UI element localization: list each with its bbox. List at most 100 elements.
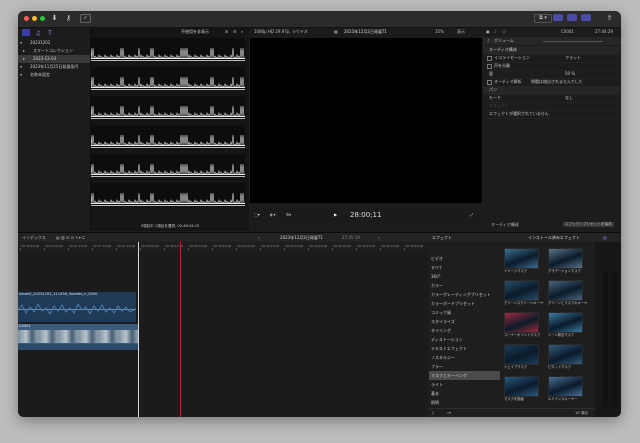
effects-browser-icon[interactable]: ▤ — [603, 235, 607, 241]
clip-filmstrip[interactable] — [90, 67, 245, 90]
disclosure-icon[interactable]: ▾ — [20, 72, 22, 78]
checkbox[interactable] — [487, 56, 492, 61]
library-item[interactable]: ▾ 2023年11月25日発展条円 — [18, 63, 90, 71]
checkbox[interactable] — [487, 64, 492, 69]
effects-category[interactable]: コミック風 — [429, 308, 500, 317]
effects-category[interactable]: スタイライズ — [429, 317, 500, 326]
effects-category[interactable]: すべて — [429, 263, 500, 272]
clip-filmstrip[interactable] — [90, 154, 245, 177]
clip-filmstrip[interactable] — [90, 96, 245, 119]
view-popup[interactable]: 表示 — [457, 29, 465, 35]
effect-thumbnail[interactable]: グリーンスクリーンキーヤー — [502, 280, 544, 310]
effect-thumbnail[interactable]: ルミナンスキーヤー — [546, 376, 586, 406]
inspector-icon[interactable] — [581, 14, 591, 21]
library-item[interactable]: ▾ 20231202 — [18, 39, 90, 47]
photos-icon[interactable]: ♫ — [34, 29, 42, 38]
effects-category[interactable]: テキストエフェクト — [429, 344, 500, 353]
color-tool-icon[interactable]: ◐▾ — [270, 212, 276, 218]
zoom-window-button[interactable] — [40, 16, 45, 21]
disclosure-icon[interactable]: ▸ — [23, 56, 25, 62]
library-item-label: 2023年11月25日発展条円 — [30, 64, 79, 69]
ruler-tick — [380, 248, 381, 251]
clip-filmstrip[interactable] — [90, 38, 245, 61]
keyword-icon[interactable]: ⧉ ▾ — [534, 14, 552, 23]
effects-category-label: テキストエフェクト — [431, 346, 467, 351]
clip-filmstrip[interactable] — [90, 125, 245, 148]
effects-category[interactable]: ビデオ — [429, 254, 500, 263]
index-button[interactable]: インデックス — [22, 235, 46, 241]
effect-thumbnail[interactable]: コーナーポイントマスク — [502, 312, 542, 342]
crop-tool-icon[interactable]: ⬚▾ — [254, 212, 260, 218]
search-field[interactable]: ⌕▾ — [447, 411, 451, 416]
ruler-label: 00:30:15:00 — [357, 244, 375, 248]
effects-grid: イメージマスク グラデーションマスク グリーンスクリーンキーヤー グリーンとマスクのキ… — [502, 248, 594, 413]
close-window-button[interactable] — [24, 16, 29, 21]
effects-category[interactable]: ディストーション — [429, 335, 500, 344]
clip-filmstrip[interactable] — [90, 183, 245, 206]
effects-category[interactable]: マスクとキーイング — [429, 371, 500, 380]
library-item[interactable]: ▾ 名称未設定 — [18, 71, 90, 79]
effect-thumbnail[interactable]: グラデーションマスク — [546, 248, 586, 278]
effects-category[interactable]: 照明 — [429, 398, 500, 407]
audio-clip[interactable]: ktaoh0_20231202_111458_Yoshida_h_0000 — [18, 292, 136, 322]
disclosure-icon[interactable]: ▾ — [20, 64, 22, 70]
check-icon[interactable]: ✓ — [80, 14, 91, 23]
filter-popup[interactable]: 不使用を非表示 — [181, 29, 209, 35]
effects-category[interactable]: カラーグレーディングプリセット — [429, 290, 500, 299]
key-icon[interactable]: ⚷ — [64, 14, 73, 23]
effects-category[interactable]: ライト — [429, 380, 500, 389]
info-inspector-icon[interactable]: ⓘ — [502, 29, 506, 35]
effects-category[interactable]: ブラー — [429, 362, 500, 371]
viewer-project-title: 2023年12月2日発展T1 — [344, 29, 387, 34]
effect-thumbnail[interactable]: マスクを描画 — [502, 376, 542, 406]
sidebar-toggle-icon[interactable]: ▯ — [432, 411, 434, 416]
search-icon[interactable]: ⌕ — [241, 29, 243, 35]
effects-category[interactable]: タイリング — [429, 326, 500, 335]
audio-meter — [603, 272, 608, 407]
library-item[interactable]: ▸ スマートコレクション — [18, 47, 90, 55]
disclosure-icon[interactable]: ▸ — [23, 48, 25, 54]
save-preset-button[interactable]: エフェクトプリセットを保存 — [563, 222, 614, 227]
effect-label: ルミナンスキーヤー — [548, 397, 578, 401]
zoom-popup[interactable]: 35% — [435, 29, 444, 35]
layout-icon[interactable] — [553, 14, 563, 21]
ruler-tick — [44, 248, 45, 251]
timeline-tools[interactable]: ▤ ▥ ⊟ ⊡ ↖▾ ⊏ — [56, 235, 85, 241]
import-icon[interactable]: ⬇ — [50, 14, 59, 23]
effect-thumbnail[interactable]: グリーンとマスクのキーヤー — [546, 280, 588, 310]
back-icon[interactable]: ‹ — [258, 235, 260, 241]
effect-thumbnail[interactable]: ビネットマスク — [546, 344, 586, 374]
library-icon[interactable] — [22, 29, 30, 36]
volume-slider[interactable] — [543, 41, 603, 42]
playhead[interactable] — [138, 242, 139, 417]
play-button[interactable]: ▶ — [334, 212, 337, 218]
minimize-window-button[interactable] — [32, 16, 37, 21]
checkbox[interactable] — [487, 80, 492, 85]
forward-icon[interactable]: › — [378, 235, 380, 241]
fullscreen-icon[interactable]: ⤢ — [470, 212, 473, 218]
skimmer — [180, 242, 181, 417]
effects-category[interactable]: ノスタルジー — [429, 353, 500, 362]
effects-category[interactable]: 基本 — [429, 389, 500, 398]
effect-thumbnail[interactable]: イメージマスク — [502, 248, 542, 278]
titles-icon[interactable]: T — [46, 29, 54, 38]
clip-waveform — [90, 134, 245, 147]
audio-inspector-icon[interactable]: ♪ — [494, 29, 497, 35]
video-inspector-icon[interactable]: ▣ — [486, 29, 490, 35]
effect-thumbnail[interactable]: シェイプマスク — [502, 344, 542, 374]
installed-effects-popup[interactable]: インストール済みエフェクト — [528, 235, 580, 241]
inspector-row-label: オーディオ構成 — [489, 47, 517, 52]
speed-tool-icon[interactable]: ⏲▾ — [286, 212, 291, 218]
grid-view-icon[interactable]: ⊞ — [225, 29, 228, 35]
settings-icon[interactable]: ⚙ — [233, 29, 237, 35]
timeline-project-title: 2023年12月2日発展T1 — [280, 235, 323, 240]
share-icon[interactable]: ⇪ — [605, 14, 614, 23]
video-clip[interactable]: C0001 — [18, 324, 139, 350]
browser-icon[interactable] — [567, 14, 577, 21]
effects-category[interactable]: 360° — [429, 272, 500, 281]
library-item[interactable]: ▸ 2023-12-03 — [18, 55, 90, 63]
effect-thumbnail[interactable]: シーン除去マスク — [546, 312, 586, 342]
disclosure-icon[interactable]: ▾ — [20, 40, 22, 46]
effects-category[interactable]: カラー — [429, 281, 500, 290]
effects-category[interactable]: カラーボードプリセット — [429, 299, 500, 308]
